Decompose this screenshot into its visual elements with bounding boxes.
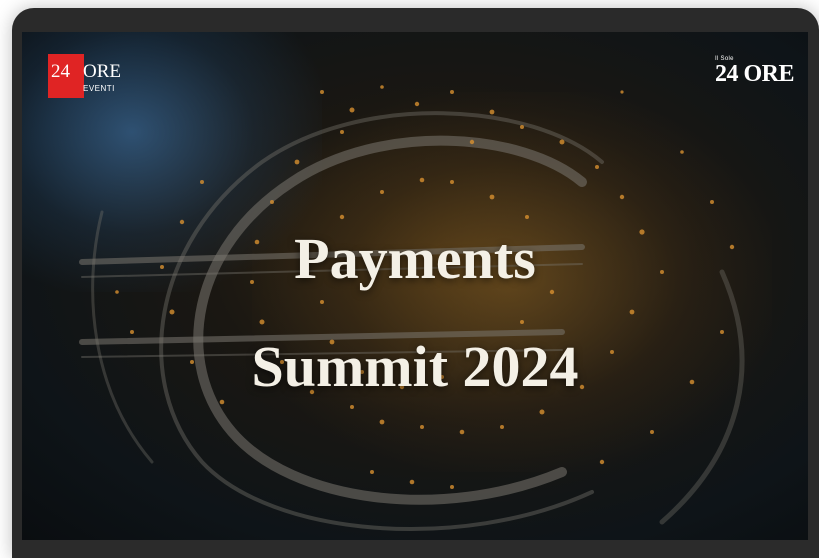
video-thumbnail[interactable]: 24 ORE EVENTI Il Sole 24 ORE Payments Su…: [22, 32, 808, 540]
video-card[interactable]: 24 ORE EVENTI Il Sole 24 ORE Payments Su…: [12, 8, 819, 558]
video-title-line1: Payments: [294, 226, 536, 291]
card-bottom-bar: [12, 540, 819, 558]
video-title-line2: Summit 2024: [251, 334, 579, 399]
sole-24-ore-logo: Il Sole 24 ORE: [714, 56, 795, 87]
logo-eventi-text: EVENTI: [83, 84, 115, 93]
24ore-eventi-logo: 24 ORE EVENTI: [48, 54, 121, 98]
logo-ore-text: ORE: [83, 61, 121, 82]
logo-red-box: 24: [48, 54, 84, 98]
logo-24ore-text: 24 ORE: [714, 61, 795, 87]
